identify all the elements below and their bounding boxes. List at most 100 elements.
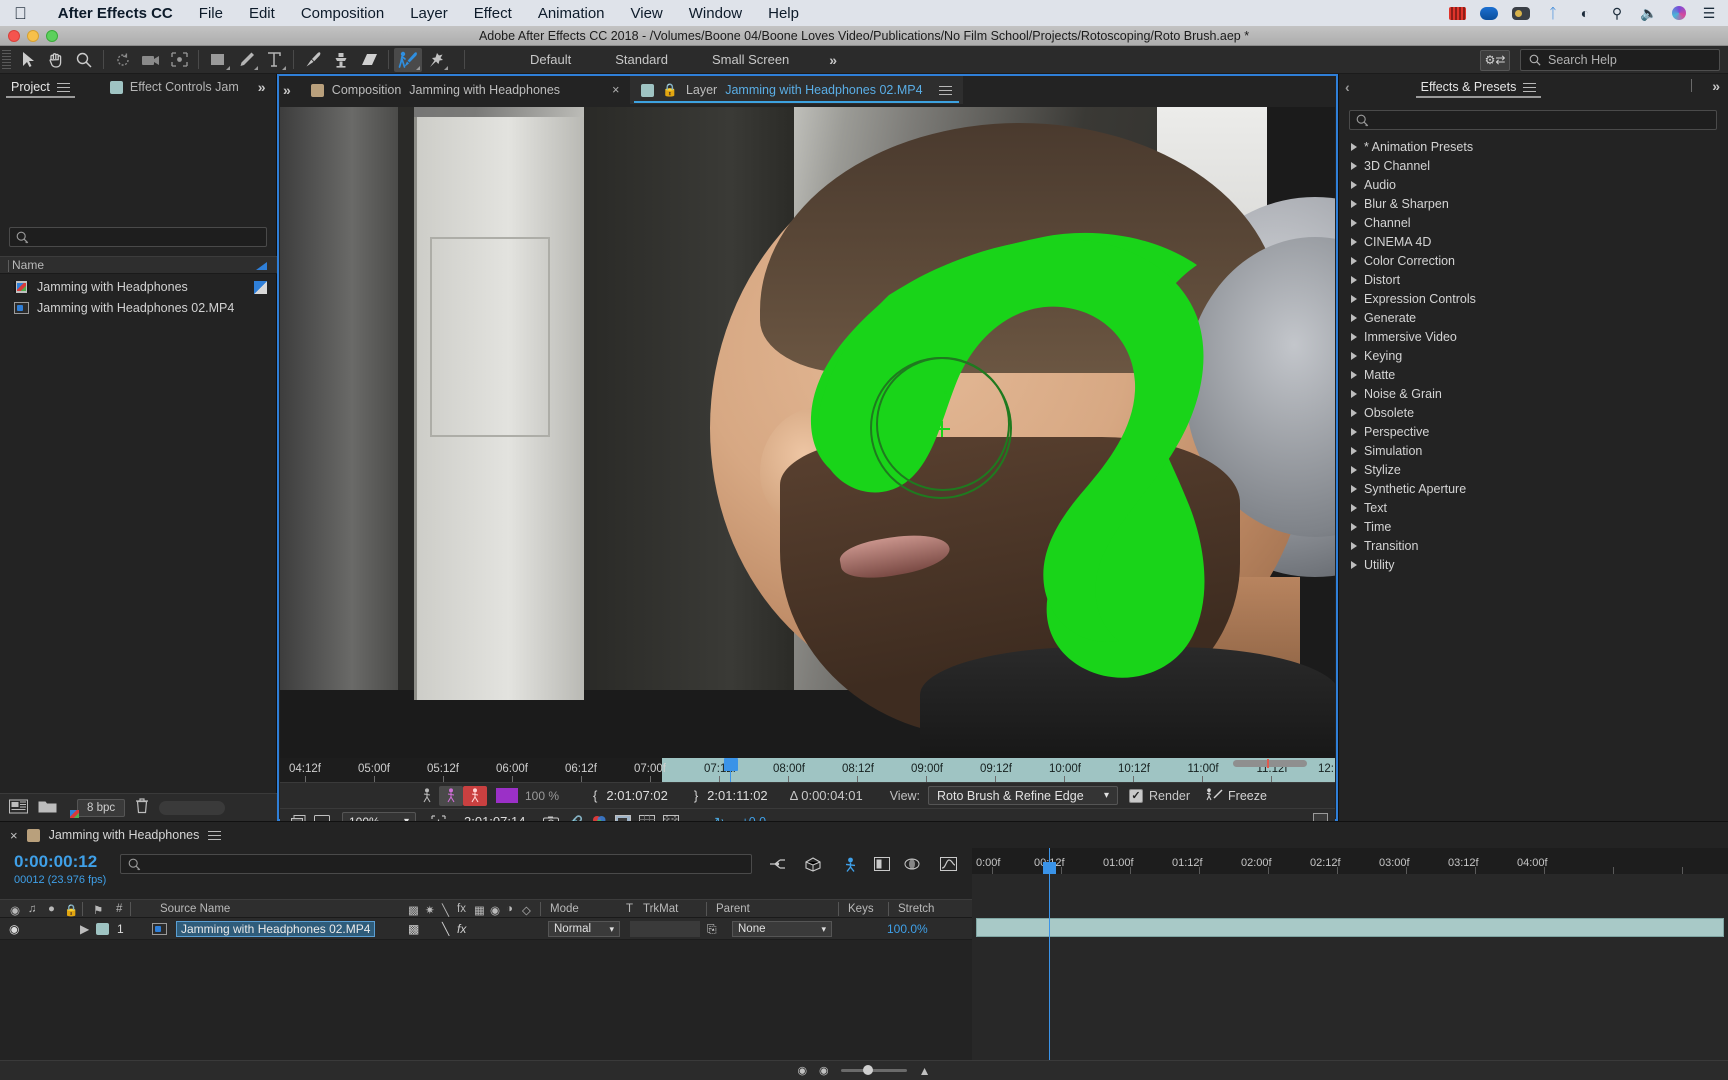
disclosure-triangle-icon[interactable] [1351,427,1357,436]
column-trkmat[interactable]: TrkMat [643,903,678,915]
tab-project[interactable]: Project [0,74,81,100]
parent-pickwhip-icon[interactable]: ⎘ [707,922,717,937]
effects-category-animation-presets[interactable]: * Animation Presets [1339,137,1728,156]
layer-stretch-value[interactable]: 100.0% [887,922,928,936]
draft-3d-icon[interactable] [801,853,825,875]
roto-color-swatch[interactable] [496,788,518,803]
menu-item-help[interactable]: Help [755,5,812,22]
bluetooth-icon[interactable]: ᛏ [1544,5,1562,21]
workspace-default[interactable]: Default [508,48,593,71]
disclosure-triangle-icon[interactable] [1351,465,1357,474]
menu-item-effect[interactable]: Effect [461,5,525,22]
pan-behind-tool[interactable] [165,48,193,72]
quality-icon[interactable]: ✷ [425,903,435,917]
close-button[interactable] [8,30,20,42]
effects-category-noise-grain[interactable]: Noise & Grain [1339,384,1728,403]
shield-icon[interactable] [1512,5,1530,21]
workspace-overflow-chevron[interactable]: » [829,52,837,68]
timeline-zoom-slider[interactable] [840,1065,907,1075]
roto-brush-tool[interactable] [394,47,422,72]
effects-category-obsolete[interactable]: Obsolete [1339,403,1728,422]
puppet-pin-tool[interactable] [422,48,450,72]
roto-propagate-icon[interactable] [439,785,463,806]
disclosure-triangle-icon[interactable] [1351,408,1357,417]
spotlight-search-icon[interactable]: ⚲ [1608,5,1626,21]
disclosure-triangle-icon[interactable] [1351,503,1357,512]
disclosure-triangle-icon[interactable] [1351,313,1357,322]
frame-blend-icon[interactable]: ▦ [474,903,485,917]
effects-category-matte[interactable]: Matte [1339,365,1728,384]
effects-category-expression-controls[interactable]: Expression Controls [1339,289,1728,308]
brush-tool[interactable] [299,48,327,72]
effects-category-3d-channel[interactable]: 3D Channel [1339,156,1728,175]
current-time-indicator[interactable] [724,758,738,771]
tab-layer-viewer[interactable]: 🔒 Layer Jamming with Headphones 02.MP4 [630,76,963,104]
collapse-transformations-icon[interactable]: ▩ [408,922,419,936]
disclosure-triangle-icon[interactable] [1351,180,1357,189]
workspace-small-screen[interactable]: Small Screen [690,48,811,71]
selection-tool[interactable] [14,48,42,72]
panel-menu-icon[interactable] [56,82,70,92]
bit-depth-button[interactable]: 8 bpc [77,798,126,817]
menu-item-animation[interactable]: Animation [525,5,618,22]
disclosure-triangle-icon[interactable] [1351,275,1357,284]
viewer-tabs-overflow-chevron[interactable]: » [283,82,291,98]
new-folder-icon[interactable] [38,799,57,816]
menu-item-layer[interactable]: Layer [397,5,461,22]
menu-item-file[interactable]: File [186,5,236,22]
control-center-icon[interactable]: ☰ [1700,5,1718,21]
clone-stamp-tool[interactable] [327,48,355,72]
disclosure-triangle-icon[interactable] [1351,218,1357,227]
zoom-out-icon[interactable]: ◉ [819,1064,829,1077]
disclosure-triangle-icon[interactable] [1351,351,1357,360]
interpret-footage-icon[interactable] [9,799,28,817]
layer-parent-select[interactable]: None ▾ [732,921,832,937]
freeze-label[interactable]: Freeze [1228,789,1267,803]
column-source-name[interactable]: Source Name [160,903,230,915]
panel-menu-icon[interactable] [208,830,222,840]
disclosure-triangle-icon[interactable] [1351,256,1357,265]
panel-menu-icon[interactable] [938,85,952,95]
wifi-icon[interactable]: ◐ [1576,5,1594,21]
search-help-input[interactable]: Search Help [1520,49,1720,71]
menu-item-edit[interactable]: Edit [236,5,288,22]
effects-category-color-correction[interactable]: Color Correction [1339,251,1728,270]
timeline-track-area[interactable] [972,848,1728,1080]
effects-category-generate[interactable]: Generate [1339,308,1728,327]
timeline-search-input[interactable] [120,854,752,874]
effects-icon[interactable]: ╲ [442,922,449,936]
audio-icon[interactable]: ♫ [28,903,37,915]
out-point-value[interactable]: 2:01:11:02 [707,788,767,803]
type-tool[interactable] [260,48,288,72]
fx-icon[interactable]: fx [457,922,466,936]
lock-icon[interactable]: 🔒 [64,903,78,917]
viewer-canvas[interactable] [280,107,1335,758]
in-point-icon[interactable]: { [593,788,597,803]
column-index[interactable]: # [116,903,122,915]
disclosure-triangle-icon[interactable] [1351,389,1357,398]
workspace-settings-icon[interactable]: ⚙⇄ [1480,49,1510,71]
disclosure-triangle-icon[interactable] [1351,294,1357,303]
roto-span-left-icon[interactable] [415,786,439,806]
pen-tool[interactable] [232,48,260,72]
layer-expand-arrow[interactable]: ▶ [80,922,89,936]
tab-composition-viewer[interactable]: Composition Jamming with Headphones × [300,76,631,104]
effects-overflow-chevron[interactable]: » [1712,78,1720,94]
roto-opacity-value[interactable]: 100 % [525,789,559,803]
view-mode-select[interactable]: Roto Brush & Refine Edge ▾ [928,786,1119,805]
column-mode[interactable]: Mode [550,903,579,915]
tab-effect-controls[interactable]: Effect Controls Jam [99,74,250,100]
minimize-button[interactable] [27,30,39,42]
disclosure-triangle-icon[interactable] [1351,484,1357,493]
effects-category-channel[interactable]: Channel [1339,213,1728,232]
graph-editor-icon[interactable] [936,853,960,875]
table-row[interactable]: ◉ ▶ 1 Jamming with Headphones 02.MP4 ▩ ╲… [0,918,972,940]
close-icon[interactable]: × [612,83,619,97]
effects-category-audio[interactable]: Audio [1339,175,1728,194]
effects-category-blur-sharpen[interactable]: Blur & Sharpen [1339,194,1728,213]
video-eye-icon[interactable]: ◉ [10,903,20,917]
label-icon[interactable]: ⚑ [93,903,103,917]
screen-record-icon[interactable] [1448,5,1466,21]
layer-mode-select[interactable]: Normal ▾ [548,921,620,937]
freeze-icon[interactable] [1206,787,1223,804]
